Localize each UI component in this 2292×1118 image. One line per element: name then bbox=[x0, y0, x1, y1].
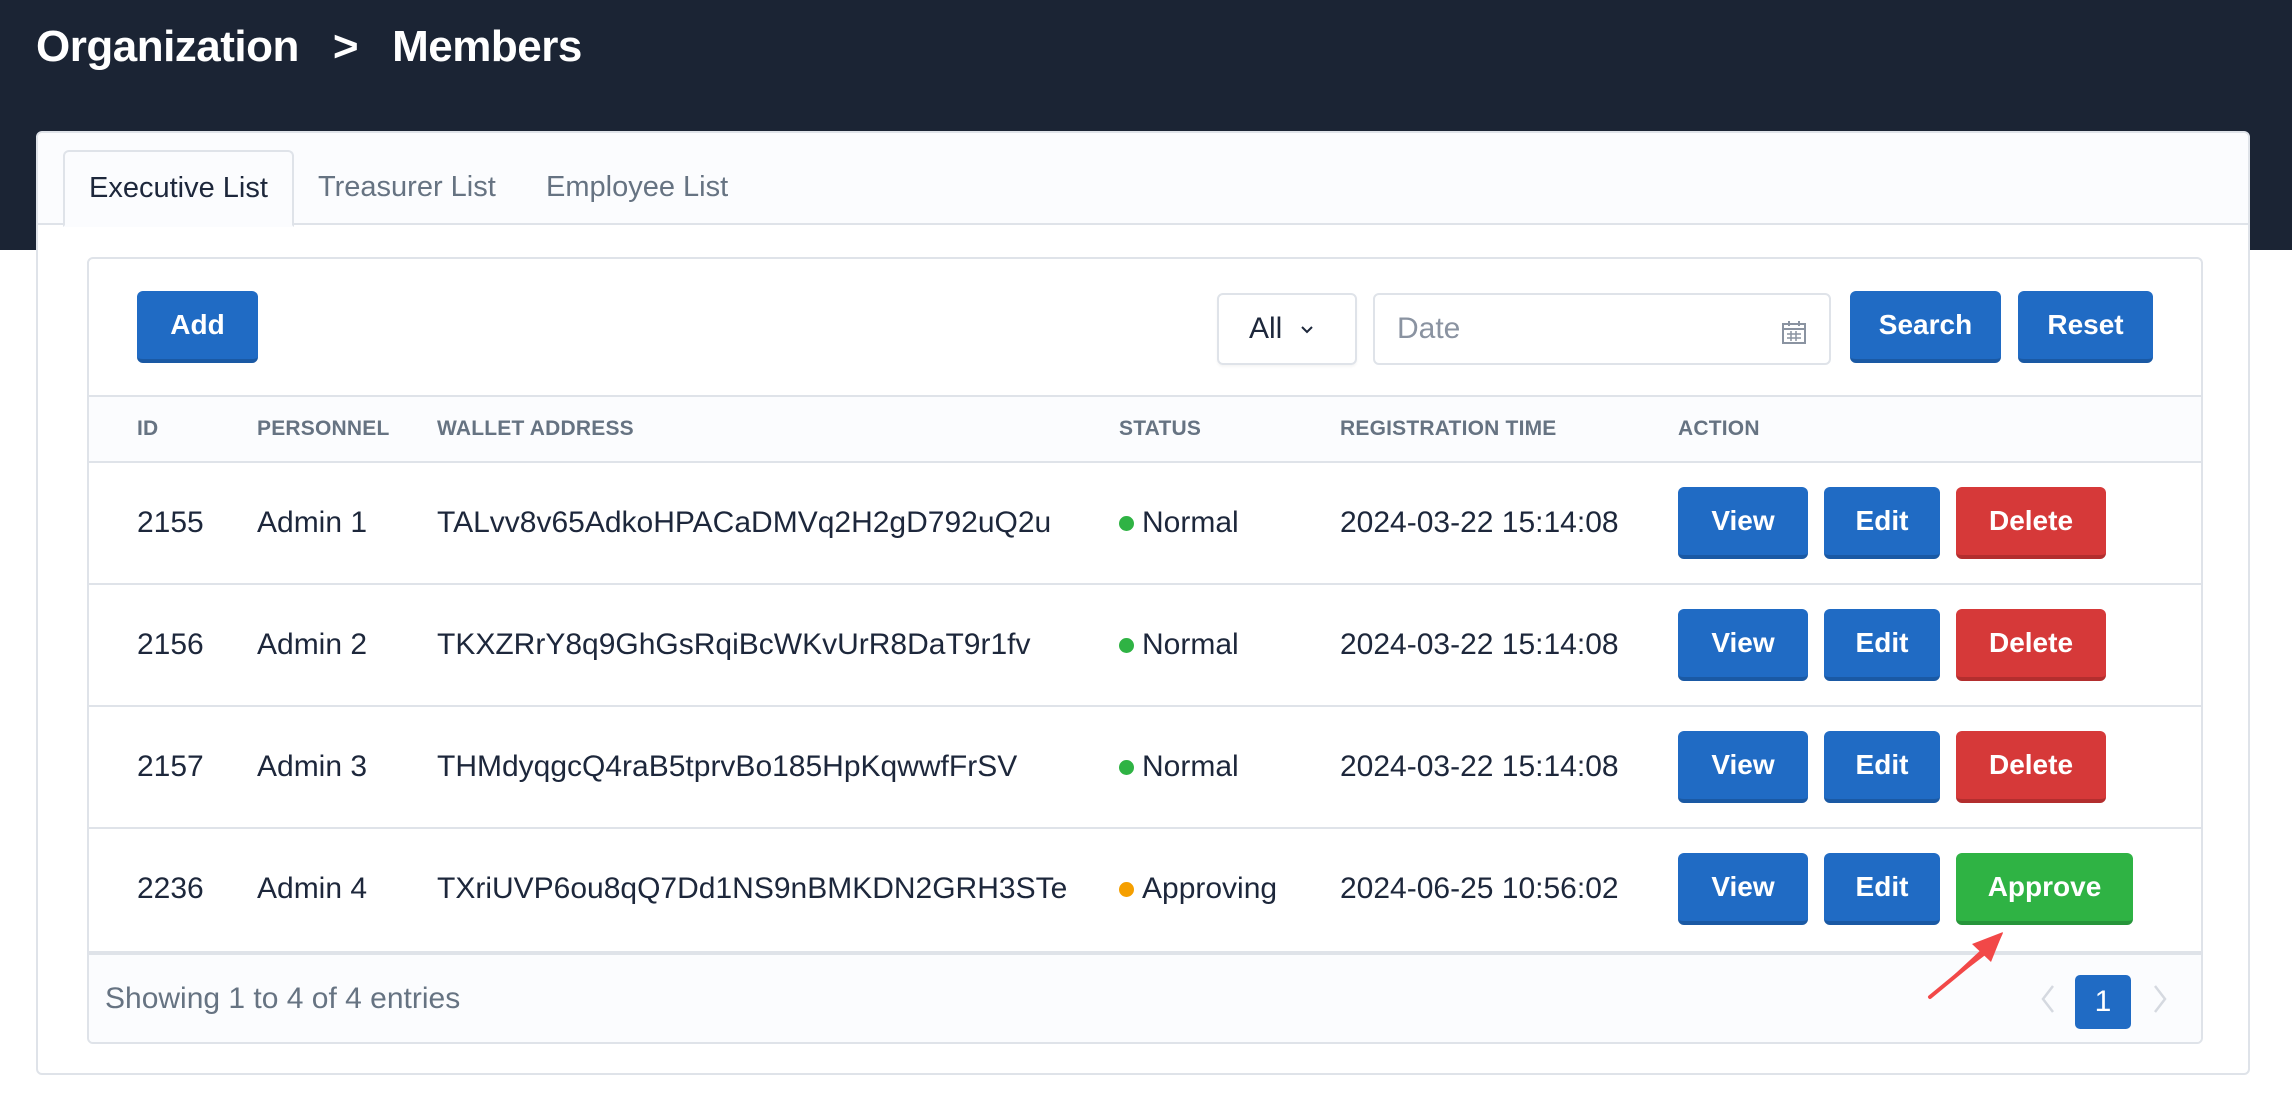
cell-wallet-address: TALvv8v65AdkoHPACaDMVq2H2gD792uQ2u bbox=[437, 506, 1052, 539]
tab-employee-list[interactable]: Employee List bbox=[546, 150, 728, 225]
reset-button[interactable]: Reset bbox=[2018, 291, 2153, 363]
status-dot-icon bbox=[1119, 637, 1134, 653]
status-label: Approving bbox=[1142, 872, 1278, 905]
view-button[interactable]: View bbox=[1678, 487, 1808, 559]
breadcrumb: Organization > Members bbox=[36, 14, 582, 80]
table-row: 2155 Admin 1 TALvv8v65AdkoHPACaDMVq2H2gD… bbox=[89, 463, 2201, 585]
delete-button[interactable]: Delete bbox=[1956, 731, 2106, 803]
date-input[interactable]: Date bbox=[1373, 293, 1831, 365]
edit-button[interactable]: Edit bbox=[1824, 853, 1940, 925]
table-footer: Showing 1 to 4 of 4 entries 1 bbox=[89, 951, 2201, 1042]
column-header-status: STATUS bbox=[1119, 417, 1202, 440]
tab-bar: Executive List Treasurer List Employee L… bbox=[38, 133, 2248, 227]
status-label: Normal bbox=[1142, 750, 1239, 783]
status-dot-icon bbox=[1119, 759, 1134, 775]
chevron-right-icon[interactable] bbox=[2150, 983, 2170, 1015]
column-header-registration-time: REGISTRATION TIME bbox=[1340, 417, 1557, 440]
cell-status: Approving bbox=[1119, 829, 1277, 949]
cell-id: 2157 bbox=[137, 750, 204, 783]
table-row: 2157 Admin 3 THMdyqgcQ4raB5tprvBo185HpKq… bbox=[89, 707, 2201, 829]
chevron-left-icon[interactable] bbox=[2038, 983, 2058, 1015]
tab-executive-list[interactable]: Executive List bbox=[63, 150, 294, 227]
cell-registration-time: 2024-03-22 15:14:08 bbox=[1340, 750, 1619, 783]
view-button[interactable]: View bbox=[1678, 609, 1808, 681]
tab-treasurer-list[interactable]: Treasurer List bbox=[318, 150, 496, 225]
cell-personnel: Admin 1 bbox=[257, 506, 368, 539]
cell-personnel: Admin 4 bbox=[257, 872, 368, 905]
column-header-wallet-address: WALLET ADDRESS bbox=[437, 417, 634, 440]
edit-button[interactable]: Edit bbox=[1824, 609, 1940, 681]
cell-registration-time: 2024-06-25 10:56:02 bbox=[1340, 872, 1619, 905]
status-label: Normal bbox=[1142, 506, 1239, 539]
column-header-id: ID bbox=[137, 417, 159, 440]
cell-personnel: Admin 3 bbox=[257, 750, 368, 783]
table-header: ID PERSONNEL WALLET ADDRESS STATUS REGIS… bbox=[89, 395, 2201, 463]
cell-status: Normal bbox=[1119, 585, 1239, 705]
cell-id: 2236 bbox=[137, 872, 204, 905]
cell-registration-time: 2024-03-22 15:14:08 bbox=[1340, 628, 1619, 661]
cell-registration-time: 2024-03-22 15:14:08 bbox=[1340, 506, 1619, 539]
edit-button[interactable]: Edit bbox=[1824, 487, 1940, 559]
table-row: 2236 Admin 4 TXriUVP6ou8qQ7Dd1NS9nBMKDN2… bbox=[89, 829, 2201, 951]
cell-wallet-address: TKXZRrY8q9GhGsRqiBcWKvUrR8DaT9r1fv bbox=[437, 628, 1031, 661]
table-panel: Add All Date Search Reset ID PERSONNEL W… bbox=[87, 257, 2203, 1044]
cell-wallet-address: THMdyqgcQ4raB5tprvBo185HpKqwwfFrSV bbox=[437, 750, 1018, 783]
delete-button[interactable]: Delete bbox=[1956, 609, 2106, 681]
cell-status: Normal bbox=[1119, 463, 1239, 583]
status-filter-select[interactable]: All bbox=[1217, 293, 1357, 365]
chevron-down-icon bbox=[1300, 319, 1314, 340]
delete-button[interactable]: Delete bbox=[1956, 487, 2106, 559]
column-header-personnel: PERSONNEL bbox=[257, 417, 390, 440]
breadcrumb-members: Members bbox=[392, 22, 582, 71]
approve-button[interactable]: Approve bbox=[1956, 853, 2133, 925]
cell-personnel: Admin 2 bbox=[257, 628, 368, 661]
calendar-icon[interactable] bbox=[1781, 319, 1807, 345]
view-button[interactable]: View bbox=[1678, 731, 1808, 803]
status-dot-icon bbox=[1119, 881, 1134, 897]
status-label: Normal bbox=[1142, 628, 1239, 661]
breadcrumb-organization[interactable]: Organization bbox=[36, 22, 299, 72]
cell-id: 2155 bbox=[137, 506, 204, 539]
pagination-page-1[interactable]: 1 bbox=[2075, 975, 2131, 1029]
table-row: 2156 Admin 2 TKXZRrY8q9GhGsRqiBcWKvUrR8D… bbox=[89, 585, 2201, 707]
cell-id: 2156 bbox=[137, 628, 204, 661]
view-button[interactable]: View bbox=[1678, 853, 1808, 925]
breadcrumb-separator: > bbox=[332, 22, 359, 71]
status-dot-icon bbox=[1119, 515, 1134, 531]
edit-button[interactable]: Edit bbox=[1824, 731, 1940, 803]
entries-info: Showing 1 to 4 of 4 entries bbox=[105, 982, 461, 1015]
cell-status: Normal bbox=[1119, 707, 1239, 827]
cell-wallet-address: TXriUVP6ou8qQ7Dd1NS9nBMKDN2GRH3STe bbox=[437, 872, 1068, 905]
add-button[interactable]: Add bbox=[137, 291, 258, 363]
members-card: Executive List Treasurer List Employee L… bbox=[36, 131, 2250, 1075]
column-header-action: ACTION bbox=[1678, 417, 1760, 440]
date-placeholder: Date bbox=[1397, 312, 1461, 345]
status-filter-value: All bbox=[1249, 312, 1283, 345]
search-button[interactable]: Search bbox=[1850, 291, 2001, 363]
